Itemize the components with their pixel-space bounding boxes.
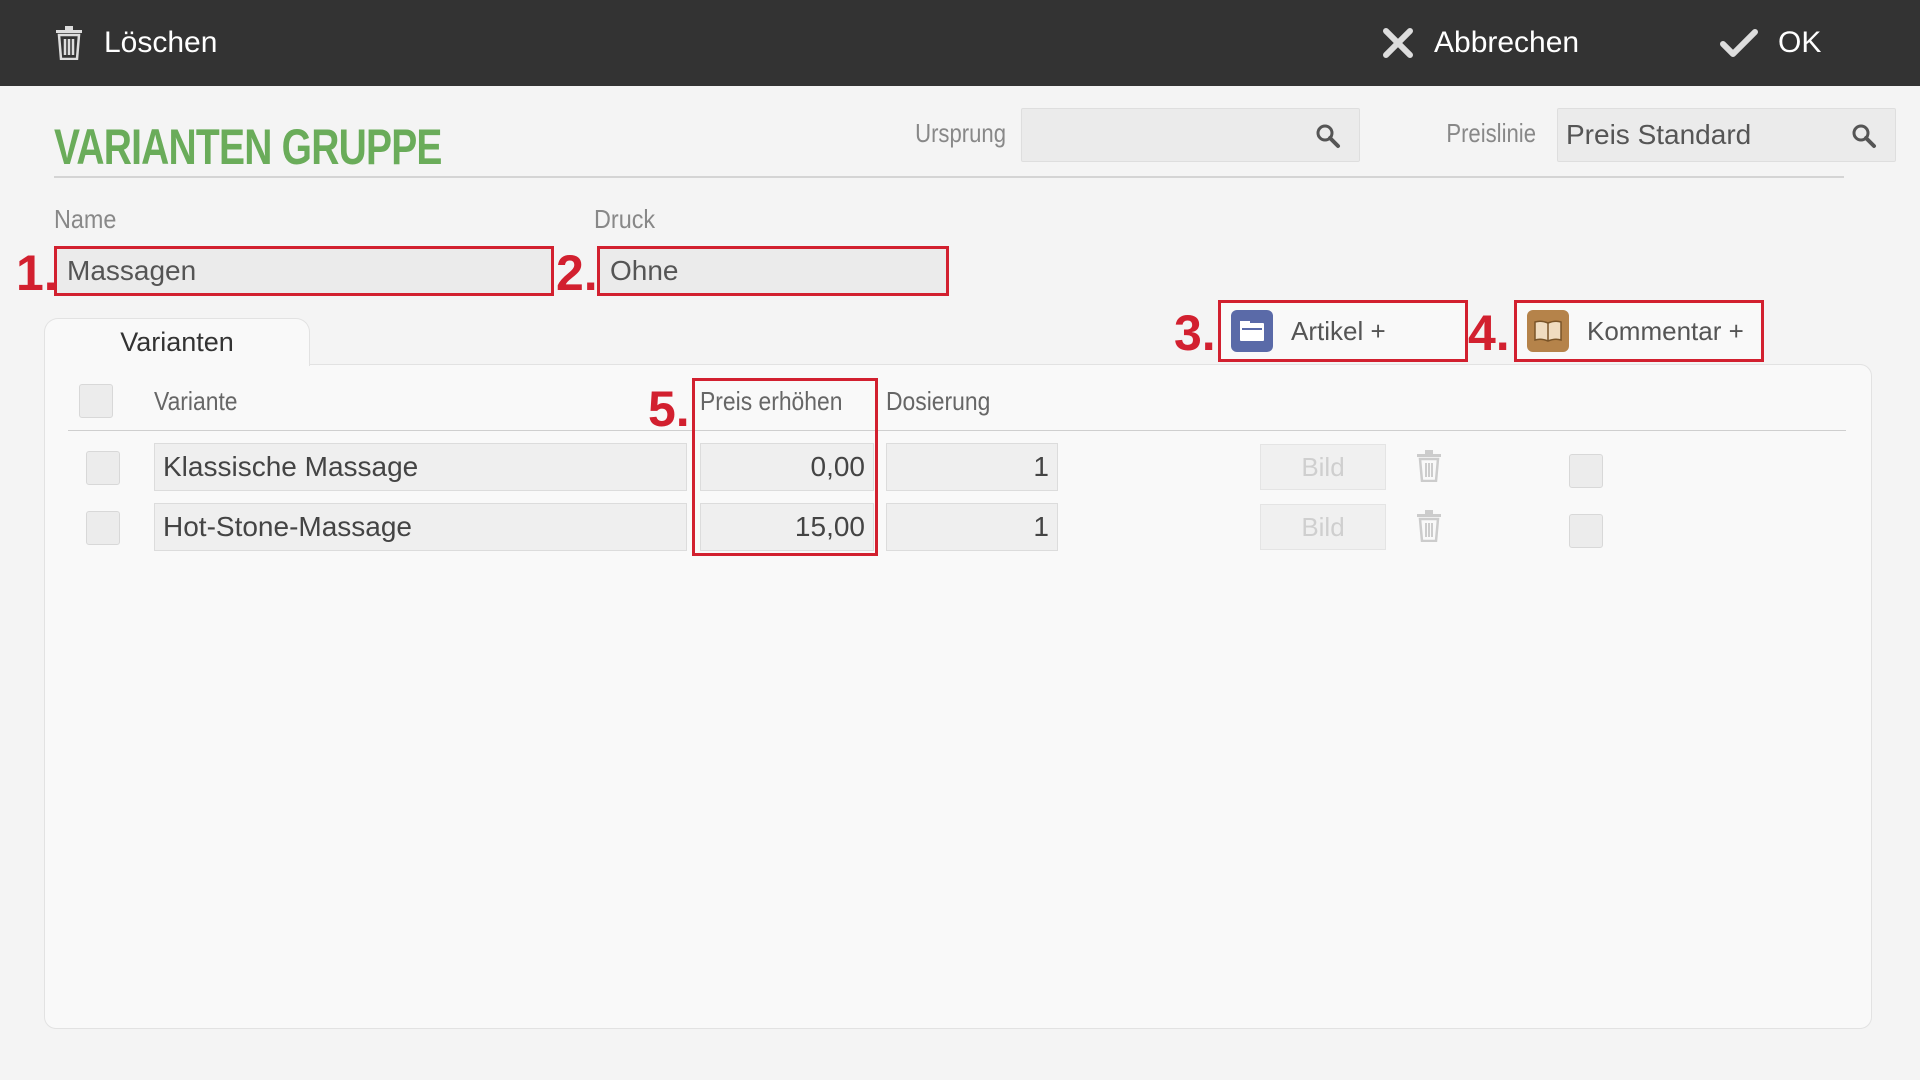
ok-button[interactable]: OK: [1720, 0, 1821, 86]
header-divider: [54, 176, 1844, 178]
image-button[interactable]: Bild: [1260, 504, 1386, 550]
tab-joint: [45, 362, 309, 366]
marker-4: 4.: [1468, 305, 1510, 361]
delete-label: Löschen: [104, 26, 218, 59]
check-icon: [1720, 28, 1758, 58]
name-label: Name: [54, 204, 117, 234]
dosage-input[interactable]: 1: [886, 443, 1058, 491]
variant-name-input[interactable]: Klassische Massage: [154, 443, 687, 491]
add-article-button[interactable]: Artikel +: [1218, 300, 1468, 362]
variant-name-input[interactable]: Hot-Stone-Massage: [154, 503, 687, 551]
cancel-button[interactable]: Abbrechen: [1382, 0, 1579, 86]
folder-icon: [1231, 310, 1273, 352]
pricelist-value: Preis Standard: [1566, 119, 1752, 150]
trash-icon: [54, 26, 84, 60]
marker-1: 1.: [16, 245, 58, 301]
book-icon: [1527, 310, 1569, 352]
add-article-label: Artikel +: [1291, 315, 1386, 346]
row-option-checkbox[interactable]: [1569, 514, 1603, 548]
add-comment-button[interactable]: Kommentar +: [1514, 300, 1764, 362]
select-all-checkbox[interactable]: [79, 384, 113, 418]
row-checkbox[interactable]: [86, 451, 120, 485]
image-button[interactable]: Bild: [1260, 444, 1386, 490]
page-title: VARIANTEN GRUPPE: [54, 119, 442, 175]
tab-varianten[interactable]: Varianten: [44, 318, 310, 366]
pricelist-label: Preislinie: [1446, 118, 1536, 148]
search-icon[interactable]: [1315, 123, 1341, 156]
close-icon: [1382, 27, 1414, 59]
marker-2: 2.: [556, 245, 598, 301]
toolbar: Löschen Abbrechen OK: [0, 0, 1920, 86]
ok-label: OK: [1778, 26, 1822, 59]
search-icon[interactable]: [1851, 123, 1877, 156]
dosage-input[interactable]: 1: [886, 503, 1058, 551]
delete-button[interactable]: Löschen: [54, 0, 217, 86]
add-comment-label: Kommentar +: [1587, 315, 1744, 346]
table-header-divider: [68, 430, 1846, 431]
row-checkbox[interactable]: [86, 511, 120, 545]
print-label: Druck: [594, 204, 656, 234]
pricelist-search-field[interactable]: Preis Standard: [1557, 108, 1896, 162]
origin-label: Ursprung: [915, 118, 1006, 148]
price-column-highlight: [692, 378, 878, 556]
column-header-variant: Variante: [154, 386, 238, 416]
trash-icon[interactable]: [1416, 450, 1442, 487]
trash-icon[interactable]: [1416, 510, 1442, 547]
row-option-checkbox[interactable]: [1569, 454, 1603, 488]
cancel-label: Abbrechen: [1434, 26, 1580, 59]
print-input[interactable]: Ohne: [597, 246, 949, 296]
marker-3: 3.: [1174, 305, 1216, 361]
origin-search-field[interactable]: [1021, 108, 1360, 162]
column-header-dosage: Dosierung: [886, 386, 991, 416]
name-input[interactable]: Massagen: [54, 246, 554, 296]
